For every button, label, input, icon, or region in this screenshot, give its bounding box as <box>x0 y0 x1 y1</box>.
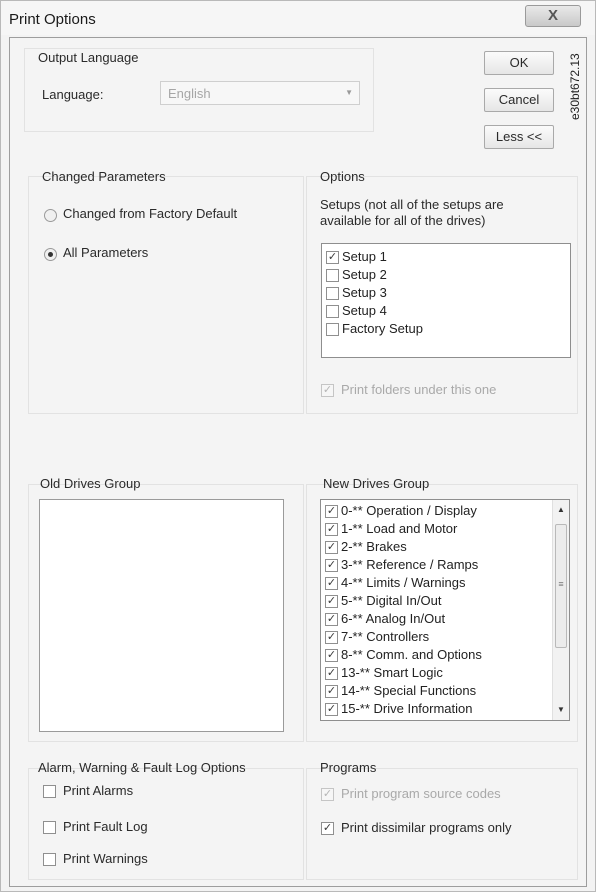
print-folders-checkbox[interactable]: ✓ <box>321 384 334 397</box>
title-bar: Print Options X <box>1 1 595 35</box>
chevron-down-icon: ▼ <box>345 88 353 97</box>
checkbox[interactable]: ✓ <box>325 559 338 572</box>
alarm-log-title: Alarm, Warning & Fault Log Options <box>38 760 246 775</box>
print-dissimilar-label: Print dissimilar programs only <box>341 820 512 835</box>
print-fault-log-label: Print Fault Log <box>63 819 148 834</box>
close-button[interactable]: X <box>525 5 581 27</box>
print-alarms-label: Print Alarms <box>63 783 134 798</box>
checkbox[interactable]: ✓ <box>325 649 338 662</box>
print-fault-log-checkbox[interactable] <box>43 821 56 834</box>
scroll-thumb[interactable]: ≡ <box>555 524 567 648</box>
programs-title: Programs <box>320 760 377 775</box>
checkbox[interactable] <box>326 269 339 282</box>
checkbox[interactable]: ✓ <box>325 631 338 644</box>
print-folders-label: Print folders under this one <box>341 382 497 397</box>
language-value: English <box>168 86 211 101</box>
old-drives-title: Old Drives Group <box>40 476 141 491</box>
new-drives-title: New Drives Group <box>323 476 430 491</box>
checkbox[interactable] <box>326 305 339 318</box>
language-label: Language: <box>42 87 104 102</box>
scroll-up-icon[interactable]: ▲ <box>553 502 569 518</box>
checkbox[interactable] <box>326 287 339 300</box>
print-warnings-label: Print Warnings <box>63 851 148 866</box>
cancel-button[interactable]: Cancel <box>484 88 554 112</box>
checkbox[interactable]: ✓ <box>325 685 338 698</box>
print-options-dialog: Print Options X Output Language Language… <box>0 0 596 892</box>
checkbox[interactable]: ✓ <box>325 703 338 716</box>
close-icon: X <box>547 7 558 24</box>
checkbox[interactable]: ✓ <box>325 577 338 590</box>
setups-description-line2: available for all of the drives) <box>320 213 486 228</box>
print-warnings-checkbox[interactable] <box>43 853 56 866</box>
print-source-codes-checkbox[interactable]: ✓ <box>321 788 334 801</box>
checkbox[interactable]: ✓ <box>325 667 338 680</box>
checkbox[interactable]: ✓ <box>325 541 338 554</box>
language-select[interactable]: English ▼ <box>160 81 360 105</box>
all-parameters-label: All Parameters <box>63 245 149 260</box>
output-language-title: Output Language <box>38 50 139 65</box>
all-parameters-radio[interactable] <box>44 248 57 261</box>
setups-description-line1: Setups (not all of the setups are <box>320 197 504 212</box>
scroll-down-icon[interactable]: ▼ <box>553 702 569 718</box>
checkbox[interactable]: ✓ <box>325 613 338 626</box>
checkbox[interactable]: ✓ <box>325 523 338 536</box>
print-dissimilar-checkbox[interactable]: ✓ <box>321 822 334 835</box>
figure-code-label: e30bt672.13 <box>568 53 582 120</box>
print-source-codes-label: Print program source codes <box>341 786 501 801</box>
ok-button[interactable]: OK <box>484 51 554 75</box>
vertical-scrollbar[interactable]: ▲ ≡ ▼ <box>552 500 569 720</box>
dialog-client-area: Output Language Language: OK Cancel Less… <box>9 37 587 887</box>
checkbox[interactable]: ✓ <box>325 505 338 518</box>
print-alarms-checkbox[interactable] <box>43 785 56 798</box>
grip-icon: ≡ <box>558 579 564 589</box>
changed-from-factory-radio[interactable] <box>44 209 57 222</box>
less-button[interactable]: Less << <box>484 125 554 149</box>
setups-list[interactable]: ✓ Setup 1 Setup 2 Setup 3 Setup 4 Factory… <box>321 243 571 358</box>
checkbox[interactable]: ✓ <box>325 595 338 608</box>
window-title: Print Options <box>9 11 96 28</box>
changed-parameters-title: Changed Parameters <box>42 169 166 184</box>
changed-from-factory-label: Changed from Factory Default <box>63 206 238 221</box>
old-drives-list[interactable] <box>39 499 284 732</box>
options-title: Options <box>320 169 365 184</box>
checkbox[interactable] <box>326 323 339 336</box>
new-drives-list[interactable]: ✓ 0-** Operation / Display ✓ 1-** Load and… <box>320 499 570 721</box>
checkbox[interactable]: ✓ <box>326 251 339 264</box>
